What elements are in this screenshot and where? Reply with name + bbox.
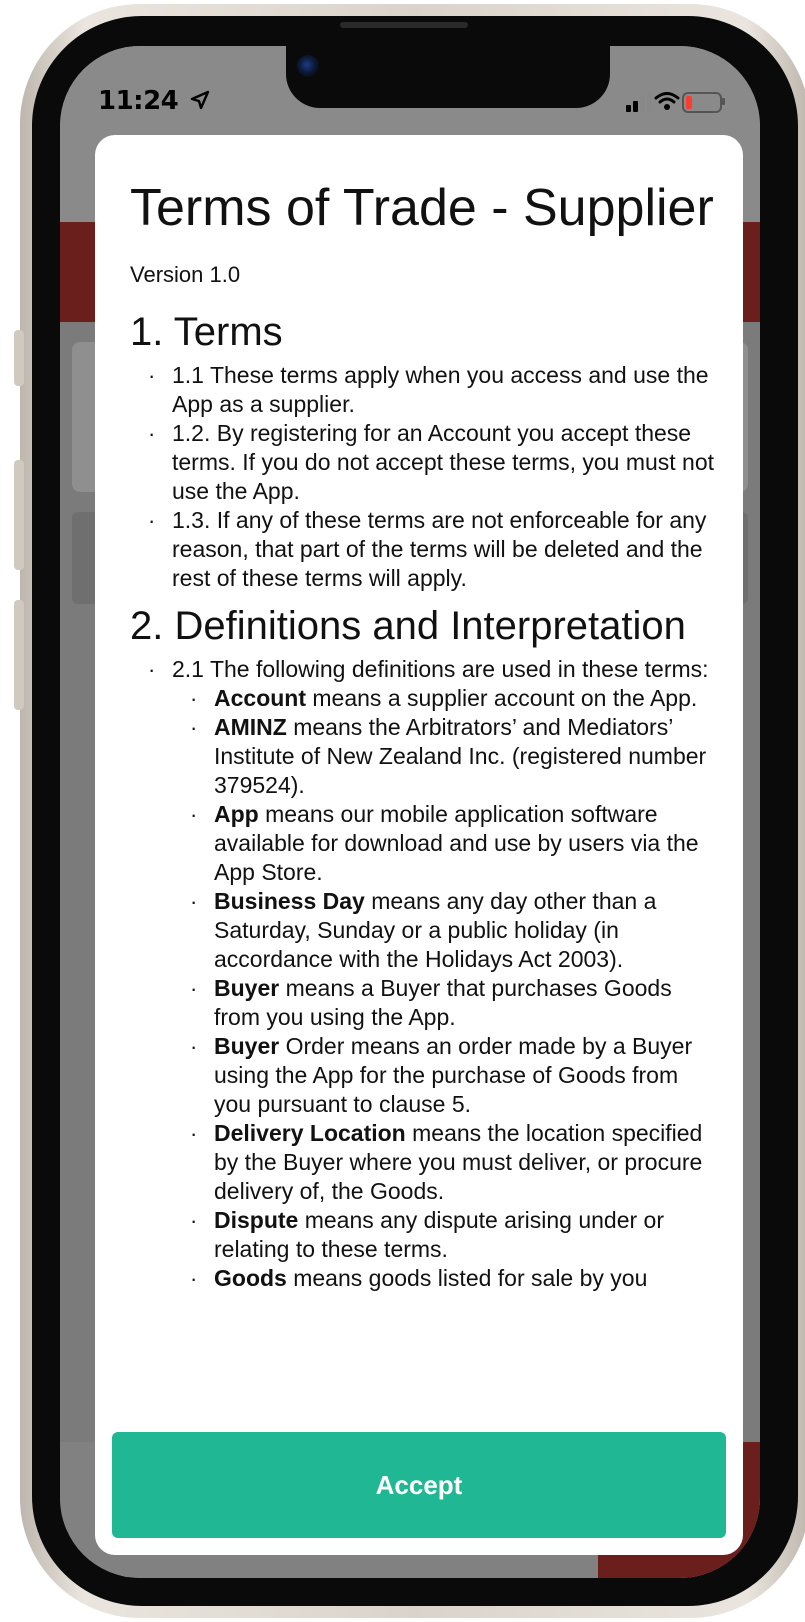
- definition-term: Goods: [214, 1265, 287, 1291]
- section-list: 1.1 These terms apply when you access an…: [130, 361, 720, 593]
- definition-item: Account means a supplier account on the …: [190, 684, 720, 713]
- definition-item: Delivery Location means the location spe…: [190, 1119, 720, 1206]
- terms-document: Terms of Trade - Supplier Version 1.0 1.…: [130, 175, 720, 1293]
- definition-text: means the Arbitrators’ and Mediators’ In…: [214, 714, 707, 798]
- section-heading: 2. Definitions and Interpretation: [130, 604, 686, 648]
- definition-term: Dispute: [214, 1207, 299, 1233]
- notch: [286, 46, 610, 108]
- silent-switch: [14, 330, 24, 386]
- definition-item: Buyer Order means an order made by a Buy…: [190, 1032, 720, 1119]
- definition-term: AMINZ: [214, 714, 287, 740]
- terms-modal: Terms of Trade - Supplier Version 1.0 1.…: [95, 135, 743, 1555]
- definitions-list: Account means a supplier account on the …: [172, 684, 720, 1293]
- location-arrow-icon: [190, 90, 210, 110]
- modal-title: Terms of Trade - Supplier: [130, 179, 714, 237]
- list-item: 2.1 The following definitions are used i…: [148, 655, 720, 1293]
- definition-term: Buyer: [214, 975, 280, 1001]
- definition-item: AMINZ means the Arbitrators’ and Mediato…: [190, 713, 720, 800]
- wifi-icon: [654, 92, 680, 110]
- definition-item: Dispute means any dispute arising under …: [190, 1206, 720, 1264]
- status-bar-indicators: [626, 90, 736, 116]
- definition-item: Business Day means any day other than a …: [190, 887, 720, 974]
- terms-scroll-area[interactable]: Terms of Trade - Supplier Version 1.0 1.…: [95, 135, 743, 1395]
- list-item: 1.2. By registering for an Account you a…: [148, 419, 720, 506]
- list-item-text: 2.1 The following definitions are used i…: [172, 656, 709, 682]
- list-item: 1.3. If any of these terms are not enfor…: [148, 506, 720, 593]
- time-text: 11:24: [98, 86, 179, 116]
- list-item: 1.1 These terms apply when you access an…: [148, 361, 720, 419]
- definition-item: App means our mobile application softwar…: [190, 800, 720, 887]
- definition-term: Delivery Location: [214, 1120, 406, 1146]
- battery-tip: [722, 98, 725, 105]
- definition-item: Buyer means a Buyer that purchases Goods…: [190, 974, 720, 1032]
- battery-level: [686, 96, 692, 109]
- definition-text: means our mobile application software av…: [214, 801, 699, 885]
- definition-term: Account: [214, 685, 306, 711]
- cellular-signal-icon: [626, 90, 656, 114]
- accept-button[interactable]: Accept: [112, 1432, 726, 1538]
- battery-icon: [682, 92, 722, 113]
- volume-up-button: [14, 460, 24, 570]
- speaker-grille: [340, 22, 468, 28]
- definition-term: App: [214, 801, 259, 827]
- definition-item: Goods means goods listed for sale by you: [190, 1264, 720, 1293]
- definition-text: means a supplier account on the App.: [306, 685, 698, 711]
- section-heading: 1. Terms: [130, 310, 283, 354]
- volume-down-button: [14, 600, 24, 710]
- front-camera: [297, 55, 319, 77]
- version-text: Version 1.0: [130, 262, 241, 287]
- definition-text: means a Buyer that purchases Goods from …: [214, 975, 672, 1030]
- definition-term: Business Day: [214, 888, 365, 914]
- section-list: 2.1 The following definitions are used i…: [130, 655, 720, 1293]
- definition-text: means goods listed for sale by you: [286, 1265, 648, 1291]
- status-bar-time: 11:24: [98, 86, 211, 116]
- definition-text: Order means an order made by a Buyer usi…: [214, 1033, 693, 1117]
- definition-term: Buyer: [214, 1033, 280, 1059]
